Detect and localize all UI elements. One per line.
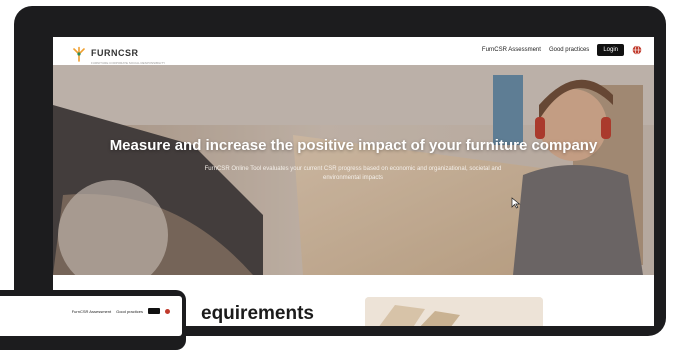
main-nav: FurnCSR Assessment Good practices Login (482, 44, 642, 56)
cursor-icon (511, 197, 521, 209)
section-thumbnail-image (365, 297, 543, 326)
globe-icon[interactable] (632, 45, 642, 55)
nav-link-good-practices[interactable]: Good practices (549, 47, 589, 53)
tablet-screen: FurnCSR Assessment Good practices (0, 296, 182, 336)
tablet-globe-icon[interactable] (165, 308, 170, 314)
tablet-login-button[interactable] (148, 308, 160, 314)
site-header: FURNCSR FURNITURE CORPORATE SOCIAL RESPO… (53, 37, 654, 65)
laptop-screen: FURNCSR FURNITURE CORPORATE SOCIAL RESPO… (53, 37, 654, 326)
tablet-nav: FurnCSR Assessment Good practices (72, 308, 170, 314)
tablet-device: FurnCSR Assessment Good practices (0, 290, 186, 350)
laptop-frame: FURNCSR FURNITURE CORPORATE SOCIAL RESPO… (14, 6, 666, 336)
hero-title: Measure and increase the positive impact… (109, 137, 598, 154)
tablet-nav-link-good-practices[interactable]: Good practices (116, 309, 143, 314)
hero-description: FurnCSR Online Tool evaluates your curre… (204, 166, 502, 181)
logo-mark-icon (73, 46, 85, 62)
logo-text: FURNCSR (91, 48, 139, 58)
login-button[interactable]: Login (597, 44, 624, 56)
logo[interactable]: FURNCSR FURNITURE CORPORATE SOCIAL RESPO… (71, 43, 165, 65)
section-heading: equirements (201, 303, 314, 324)
tablet-nav-link-assessment[interactable]: FurnCSR Assessment (72, 309, 111, 314)
nav-link-assessment[interactable]: FurnCSR Assessment (482, 47, 541, 53)
hero-section: Measure and increase the positive impact… (53, 65, 654, 275)
